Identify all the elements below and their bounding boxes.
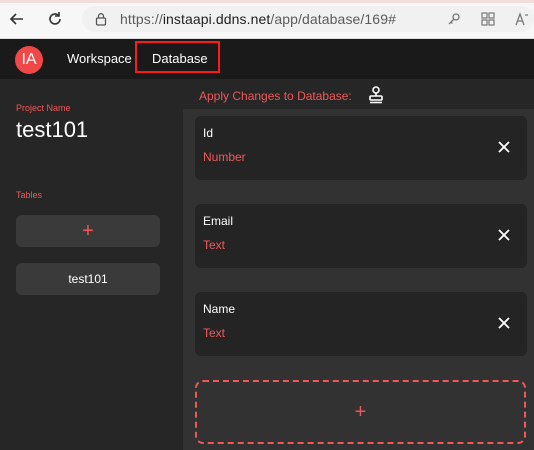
close-icon[interactable]	[497, 316, 511, 330]
back-icon[interactable]	[6, 8, 28, 30]
project-name: test101	[16, 117, 89, 142]
apps-icon[interactable]	[480, 11, 496, 27]
field-card-id[interactable]: Id Number	[195, 116, 527, 180]
field-type[interactable]: Text	[203, 238, 225, 252]
close-icon[interactable]	[497, 140, 511, 154]
nav-workspace[interactable]: Workspace	[67, 51, 132, 66]
browser-toolbar: https://instaapi.ddns.net/app/database/1…	[0, 0, 534, 39]
key-icon[interactable]	[446, 11, 462, 27]
apply-changes-label: Apply Changes to Database:	[199, 89, 352, 103]
add-field-button[interactable]: +	[195, 380, 526, 444]
stamp-icon[interactable]	[368, 86, 384, 104]
lock-icon	[95, 13, 107, 26]
address-bar[interactable]: https://instaapi.ddns.net/app/database/1…	[82, 6, 534, 32]
read-aloud-icon[interactable]	[514, 11, 530, 27]
field-card-email[interactable]: Email Text	[195, 204, 527, 268]
field-type[interactable]: Text	[203, 326, 225, 340]
field-type[interactable]: Number	[203, 150, 246, 164]
annotation-highlight-box	[135, 41, 220, 73]
app-logo[interactable]: IA	[15, 46, 43, 74]
table-item-test101[interactable]: test101	[16, 263, 160, 295]
reload-icon[interactable]	[44, 8, 66, 30]
close-icon[interactable]	[497, 228, 511, 242]
field-name: Email	[203, 214, 234, 228]
project-name-label: Project Name	[16, 103, 71, 113]
field-card-name[interactable]: Name Text	[195, 292, 527, 356]
url-text: https://instaapi.ddns.net/app/database/1…	[120, 11, 396, 27]
tab-strip-edge	[0, 0, 534, 3]
add-table-button[interactable]: +	[16, 215, 160, 247]
field-name: Name	[203, 302, 236, 316]
field-name: Id	[203, 126, 214, 140]
tables-label: Tables	[16, 190, 43, 200]
